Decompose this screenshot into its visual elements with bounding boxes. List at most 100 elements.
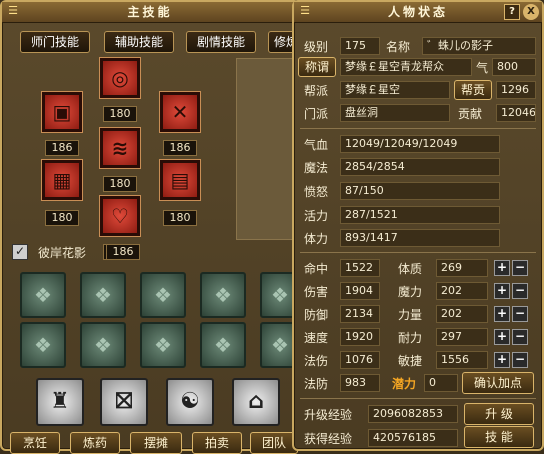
- stamina-value: 893/1417: [340, 229, 500, 247]
- stat-label: 法防: [304, 377, 329, 391]
- divider: [300, 128, 536, 129]
- skill-level: 180: [103, 176, 137, 192]
- equipped-skill-icon[interactable]: ⌂: [232, 378, 280, 426]
- plus-button[interactable]: +: [494, 306, 510, 322]
- attr-value: 269: [436, 259, 488, 277]
- name-value: ゛蛛儿の影子: [422, 37, 536, 55]
- skill-icon[interactable]: ▣: [41, 91, 83, 133]
- attr-label: 敏捷: [398, 354, 423, 368]
- gang-value: 梦缘￡星空: [340, 81, 450, 99]
- minus-button[interactable]: −: [512, 283, 528, 299]
- attr-label: 魔力: [398, 285, 423, 299]
- status-window: ☰ 人物状态 ? X 级别 175 名称 ゛蛛儿の影子 称谓 梦缘￡星空青龙帮众…: [292, 0, 544, 451]
- attr-label: 体质: [398, 262, 423, 276]
- passive-label: 彼岸花影: [38, 246, 87, 260]
- skill-icon[interactable]: ♡: [99, 195, 141, 237]
- mp-label: 魔法: [304, 161, 329, 175]
- contrib-value: 12046: [496, 104, 536, 122]
- empty-slot[interactable]: ❖: [80, 322, 126, 368]
- passive-level: 186: [106, 244, 140, 260]
- empty-slot[interactable]: ❖: [140, 322, 186, 368]
- name-label: 名称: [386, 40, 411, 54]
- plus-button[interactable]: +: [494, 352, 510, 368]
- stamina-label: 体力: [304, 232, 329, 246]
- tab-story-skills[interactable]: 剧情技能: [186, 31, 256, 53]
- upgrade-exp-value: 2096082853: [368, 405, 458, 423]
- qi-label: 气: [476, 61, 489, 75]
- attr-value: 297: [436, 328, 488, 346]
- skill-icon[interactable]: ≋: [99, 127, 141, 169]
- skills-button[interactable]: 技 能: [464, 426, 534, 448]
- anger-value: 87/150: [340, 182, 500, 200]
- obtained-exp-value: 420576185: [368, 429, 458, 447]
- passive-checkbox[interactable]: ✓: [12, 244, 28, 260]
- menu-icon[interactable]: ☰: [6, 5, 20, 17]
- empty-slot[interactable]: ❖: [20, 272, 66, 318]
- contrib-label: 贡献: [458, 107, 483, 121]
- title-button[interactable]: 称谓: [298, 57, 336, 77]
- tab-assist-skills[interactable]: 辅助技能: [104, 31, 174, 53]
- menu-icon[interactable]: ☰: [298, 5, 312, 17]
- potential-value: 0: [424, 374, 458, 392]
- hp-value: 12049/12049/12049: [340, 135, 500, 153]
- minus-button[interactable]: −: [512, 260, 528, 276]
- upgrade-button[interactable]: 升 级: [464, 403, 534, 425]
- plus-button[interactable]: +: [494, 283, 510, 299]
- vitality-value: 287/1521: [340, 206, 500, 224]
- vitality-label: 活力: [304, 209, 329, 223]
- minus-button[interactable]: −: [512, 329, 528, 345]
- help-icon[interactable]: ?: [504, 4, 520, 20]
- tab-school-skills[interactable]: 师门技能: [20, 31, 90, 53]
- skill-level: 186: [45, 140, 79, 156]
- title-value: 梦缘￡星空青龙帮众: [340, 58, 472, 76]
- skill-window: ☰ 主技能 师门技能 辅助技能 剧情技能 修炼 ◎ 180 ▣ 186 ≋ 18…: [0, 0, 304, 454]
- empty-slot[interactable]: ❖: [200, 322, 246, 368]
- close-icon[interactable]: X: [523, 4, 539, 20]
- empty-slot[interactable]: ❖: [80, 272, 126, 318]
- equipped-skill-icon[interactable]: ☯: [166, 378, 214, 426]
- status-window-titlebar[interactable]: ☰ 人物状态 ? X: [294, 2, 542, 23]
- confirm-points-button[interactable]: 确认加点: [462, 372, 534, 394]
- gang-contrib-button[interactable]: 帮贡: [454, 80, 492, 100]
- empty-slot[interactable]: ❖: [20, 322, 66, 368]
- stat-value: 2134: [340, 305, 380, 323]
- equipped-skill-icon[interactable]: ♜: [36, 378, 84, 426]
- attr-value: 1556: [436, 351, 488, 369]
- stat-value: 1522: [340, 259, 380, 277]
- plus-button[interactable]: +: [494, 260, 510, 276]
- minus-button[interactable]: −: [512, 352, 528, 368]
- skill-icon[interactable]: ◎: [99, 57, 141, 99]
- divider: [300, 398, 536, 399]
- level-label: 级别: [304, 40, 329, 54]
- stat-label: 防御: [304, 308, 329, 322]
- stat-label: 命中: [304, 262, 329, 276]
- gang-contrib-value: 1296: [496, 81, 536, 99]
- anger-label: 愤怒: [304, 185, 329, 199]
- empty-slot[interactable]: ❖: [140, 272, 186, 318]
- skill-icon[interactable]: ✕: [159, 91, 201, 133]
- stat-value: 983: [340, 374, 380, 392]
- empty-slot[interactable]: ❖: [200, 272, 246, 318]
- obtained-exp-label: 获得经验: [304, 432, 353, 446]
- gang-label: 帮派: [304, 84, 329, 98]
- school-value: 盘丝洞: [340, 104, 450, 122]
- attr-label: 力量: [398, 308, 423, 322]
- skill-window-titlebar[interactable]: ☰ 主技能: [2, 2, 298, 23]
- status-window-title: 人物状态: [387, 5, 448, 19]
- skill-icon[interactable]: ▦: [41, 159, 83, 201]
- skill-level: 186: [163, 140, 197, 156]
- skill-level: 180: [163, 210, 197, 226]
- skill-window-title: 主技能: [127, 5, 173, 19]
- plus-button[interactable]: +: [494, 329, 510, 345]
- level-value: 175: [340, 37, 380, 55]
- stat-value: 1920: [340, 328, 380, 346]
- skill-icon[interactable]: ▤: [159, 159, 201, 201]
- skill-description-panel: [236, 58, 300, 240]
- equipped-skill-icon[interactable]: ⛝: [100, 378, 148, 426]
- minus-button[interactable]: −: [512, 306, 528, 322]
- attr-label: 耐力: [398, 331, 423, 345]
- stat-value: 1904: [340, 282, 380, 300]
- attr-value: 202: [436, 282, 488, 300]
- upgrade-exp-label: 升级经验: [304, 408, 353, 422]
- divider: [300, 252, 536, 253]
